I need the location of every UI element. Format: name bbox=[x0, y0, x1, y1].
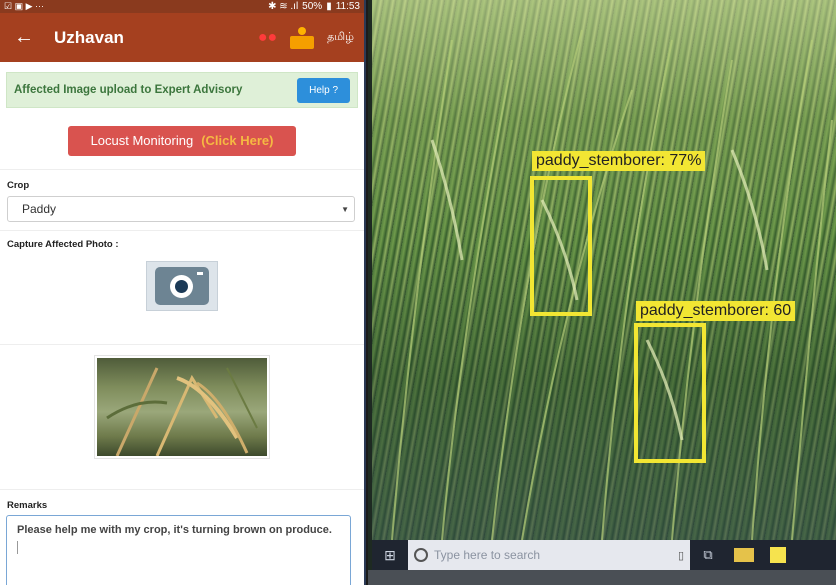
capture-label: Capture Affected Photo : bbox=[7, 239, 119, 250]
back-arrow-icon[interactable]: ← bbox=[14, 26, 54, 49]
appbar-actions: ●● தமிழ் bbox=[258, 26, 354, 49]
microphone-icon[interactable]: ▯ bbox=[678, 549, 684, 562]
detection-label: paddy_stemborer: 77% bbox=[532, 151, 706, 171]
battery-icon: ▮ bbox=[326, 1, 332, 12]
windows-start-icon[interactable]: ⊞ bbox=[372, 547, 408, 564]
language-toggle[interactable]: தமிழ் bbox=[327, 31, 354, 45]
detection-box bbox=[634, 323, 706, 463]
camera-icon bbox=[155, 267, 209, 305]
task-view-icon[interactable]: ⧉ bbox=[690, 547, 726, 563]
locust-section: Locust Monitoring (Click Here) bbox=[0, 112, 364, 170]
detection-label: paddy_stemborer: 60 bbox=[636, 301, 796, 321]
help-button[interactable]: Help ? bbox=[297, 77, 350, 103]
cortana-icon bbox=[414, 548, 428, 562]
advisory-text: Affected Image upload to Expert Advisory bbox=[14, 84, 243, 96]
detection-box bbox=[530, 176, 592, 316]
file-explorer-icon[interactable] bbox=[734, 548, 754, 562]
app-bar: ← Uzhavan ●● தமிழ் bbox=[0, 13, 364, 62]
monitor-bezel bbox=[368, 570, 836, 585]
chevron-down-icon: ▼ bbox=[341, 204, 349, 214]
text-caret bbox=[17, 541, 18, 554]
paddy-photo-image bbox=[97, 358, 267, 456]
app-title: Uzhavan bbox=[54, 27, 124, 47]
clock: 11:53 bbox=[335, 1, 360, 12]
taskbar-search[interactable]: Type here to search ▯ bbox=[408, 540, 690, 570]
paddy-field-image: paddy_stemborer: 77% paddy_stemborer: 60 bbox=[372, 0, 836, 540]
locust-monitoring-button[interactable]: Locust Monitoring (Click Here) bbox=[68, 125, 296, 156]
locust-label: Locust Monitoring bbox=[90, 133, 194, 148]
crop-label: Crop bbox=[7, 180, 30, 191]
phone-screen: ☑ ▣ ▶ ··· ✱ ≋ .ıl 50% ▮ 11:53 ← Uzhavan … bbox=[0, 0, 366, 585]
status-right: ✱ ≋ .ıl 50% ▮ 11:53 bbox=[268, 1, 360, 12]
windows-taskbar: ⊞ Type here to search ▯ ⧉ bbox=[372, 540, 836, 570]
remarks-label: Remarks bbox=[7, 500, 48, 511]
monitor-photo: paddy_stemborer: 77% paddy_stemborer: 60… bbox=[368, 0, 836, 585]
reader-icon[interactable] bbox=[289, 26, 315, 49]
crop-selected-value: Paddy bbox=[22, 202, 57, 216]
divider bbox=[0, 489, 364, 490]
battery-level: 50% bbox=[302, 1, 323, 12]
captured-photo bbox=[94, 355, 270, 459]
people-icon[interactable]: ●● bbox=[258, 29, 277, 47]
crop-select[interactable]: Paddy ▼ bbox=[7, 196, 355, 222]
locust-click-here: (Click Here) bbox=[201, 133, 274, 148]
remarks-textarea[interactable]: Please help me with my crop, it's turnin… bbox=[6, 515, 351, 585]
signal-icon: ✱ ≋ .ıl bbox=[268, 1, 299, 12]
advisory-banner: Affected Image upload to Expert Advisory… bbox=[6, 72, 358, 108]
divider bbox=[0, 344, 364, 345]
status-bar: ☑ ▣ ▶ ··· ✱ ≋ .ıl 50% ▮ 11:53 bbox=[0, 0, 364, 13]
camera-button[interactable] bbox=[146, 261, 218, 311]
remarks-value: Please help me with my crop, it's turnin… bbox=[17, 524, 332, 536]
divider bbox=[0, 230, 364, 231]
sticky-notes-icon[interactable] bbox=[770, 547, 786, 563]
notification-icons: ☑ ▣ ▶ ··· bbox=[4, 1, 44, 11]
search-placeholder: Type here to search bbox=[434, 548, 541, 562]
